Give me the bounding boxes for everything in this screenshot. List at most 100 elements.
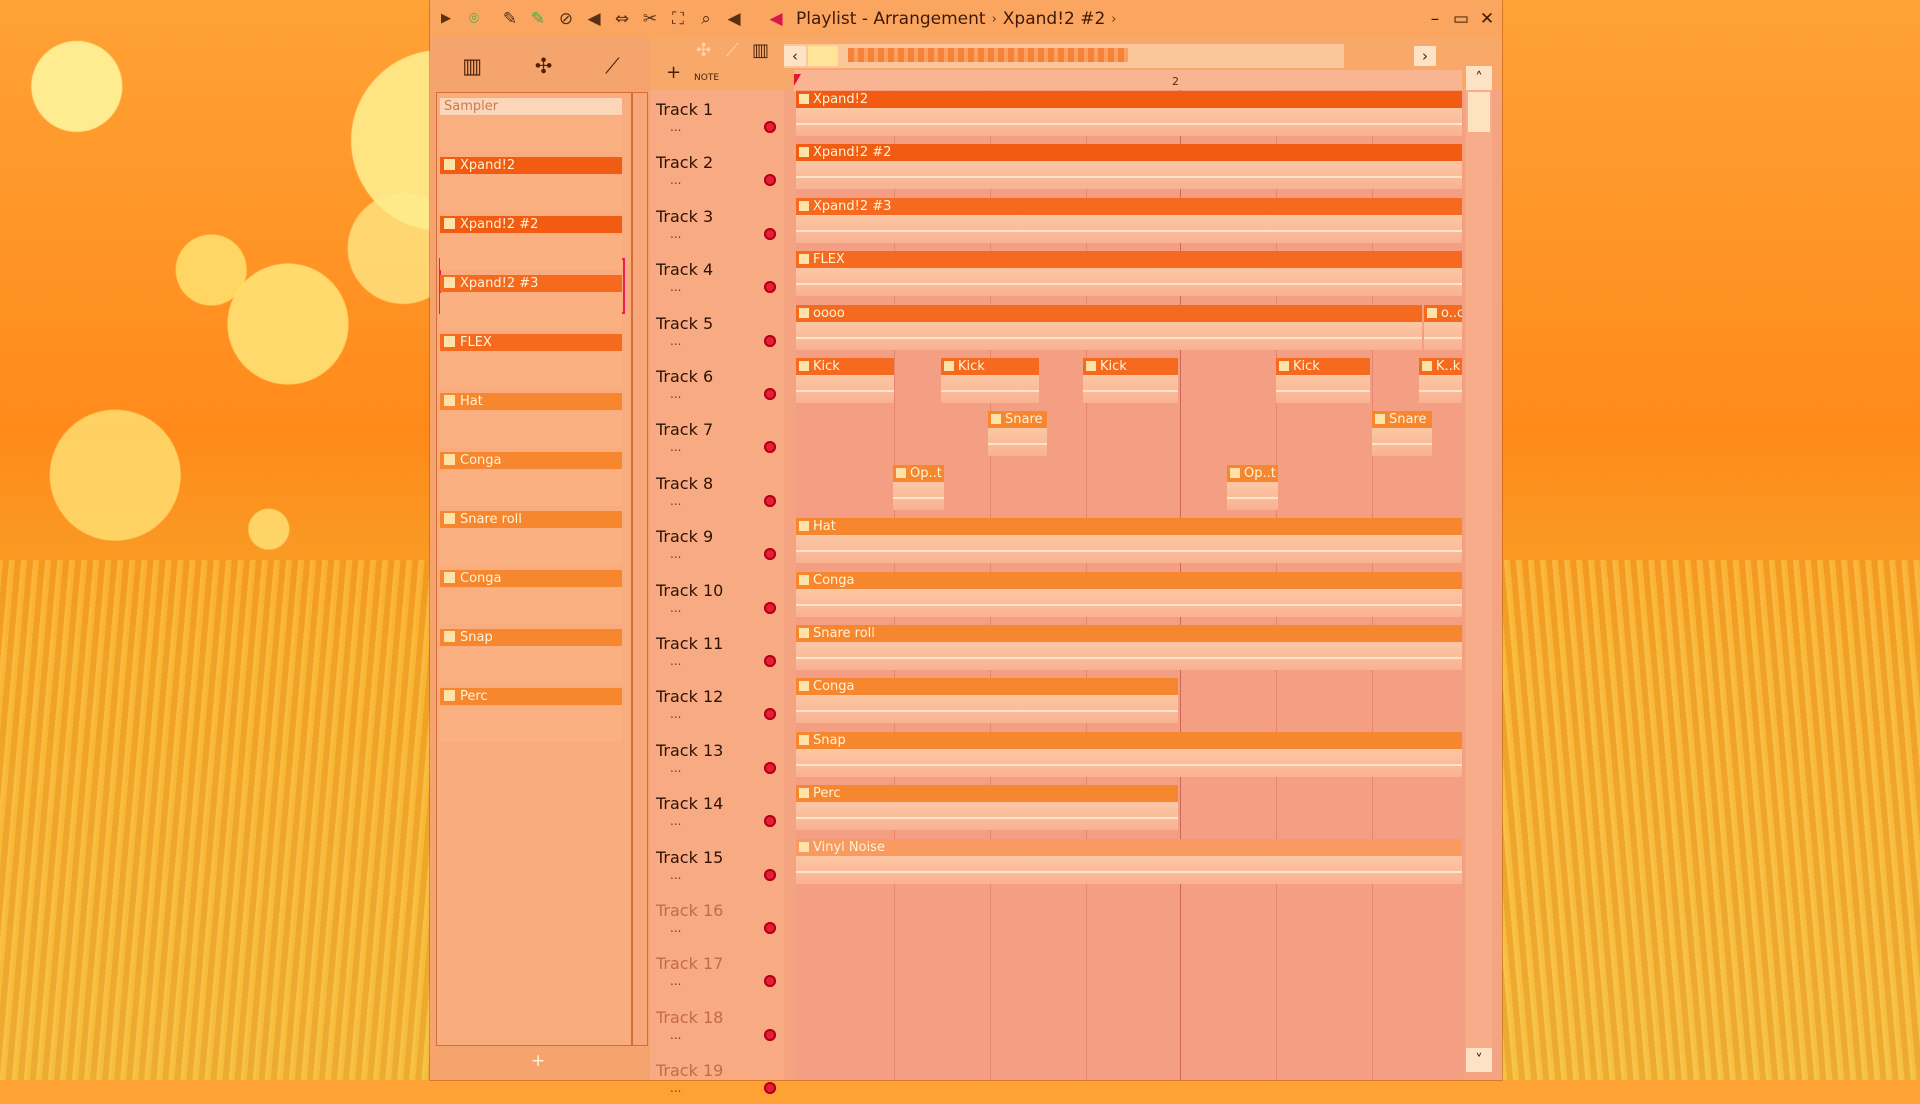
- track-header[interactable]: Track 4...: [650, 250, 784, 303]
- track-header[interactable]: Track 3...: [650, 197, 784, 250]
- playlist-clip[interactable]: Kick: [796, 358, 894, 403]
- track-enable-led[interactable]: [764, 1028, 776, 1041]
- playlist-clip[interactable]: Xpand!2 #3: [796, 198, 1462, 243]
- playlist-clip[interactable]: FLEX: [796, 251, 1462, 296]
- playlist-clip[interactable]: Xpand!2 #2: [796, 144, 1462, 189]
- pattern-list-scrollbar[interactable]: [632, 92, 648, 1046]
- stamp-icon[interactable]: ✣: [696, 40, 711, 61]
- track-enable-led[interactable]: [764, 174, 776, 187]
- chord-icon[interactable]: ⟋: [726, 40, 739, 61]
- playhead-marker[interactable]: [794, 74, 808, 86]
- close-button[interactable]: ✕: [1476, 8, 1498, 30]
- playlist-clip[interactable]: Hat: [796, 518, 1462, 563]
- track-header[interactable]: Track 19...: [650, 1051, 784, 1104]
- slip-icon[interactable]: ⇔: [610, 7, 634, 31]
- track-header[interactable]: Track 17...: [650, 944, 784, 997]
- zoom-icon[interactable]: ⌕: [694, 7, 718, 31]
- scroll-left-button[interactable]: ‹: [784, 46, 806, 66]
- add-track-button[interactable]: +: [666, 62, 681, 83]
- track-enable-led[interactable]: [764, 655, 776, 667]
- playlist-clip[interactable]: o..o: [1424, 305, 1462, 350]
- mute-icon[interactable]: ◀: [582, 7, 606, 31]
- track-header[interactable]: Track 12...: [650, 677, 784, 730]
- track-enable-led[interactable]: [764, 922, 776, 934]
- playlist-clip[interactable]: Op..t: [1227, 465, 1278, 510]
- piano-icon[interactable]: ▥: [752, 40, 769, 61]
- pattern-item[interactable]: FLEX: [440, 334, 622, 351]
- track-enable-led[interactable]: [764, 761, 776, 774]
- playlist-clip[interactable]: Op..t: [893, 465, 944, 510]
- piano-roll-icon[interactable]: ▥: [462, 54, 482, 78]
- pattern-item[interactable]: Perc: [440, 688, 622, 705]
- slice-icon[interactable]: ✂: [638, 7, 662, 31]
- track-header[interactable]: Track 2...: [650, 143, 784, 196]
- maximize-button[interactable]: ▭: [1450, 8, 1472, 30]
- playlist-clip[interactable]: Perc: [796, 785, 1178, 830]
- playlist-clip[interactable]: Conga: [796, 678, 1178, 723]
- current-pattern-title[interactable]: Xpand!2 #2: [1003, 9, 1106, 29]
- play-arrow-icon[interactable]: ▶: [434, 7, 458, 31]
- track-header[interactable]: Track 16...: [650, 891, 784, 944]
- playlist-clip[interactable]: oooo: [796, 305, 1422, 350]
- track-header[interactable]: Track 1...: [650, 90, 784, 143]
- playlist-clip[interactable]: Vinyl Noise: [796, 839, 1462, 884]
- pencil-icon[interactable]: ✎: [498, 7, 522, 31]
- arrangement-grid[interactable]: Xpand!2 Xpand!2 #2 Xpand!2 #3 FLEX oooo o..o K…: [796, 90, 1464, 1080]
- track-header[interactable]: Track 7...: [650, 410, 784, 463]
- track-enable-led[interactable]: [764, 494, 776, 507]
- track-header[interactable]: Track 6...: [650, 357, 784, 410]
- scroll-thumb[interactable]: [808, 46, 838, 66]
- pattern-item[interactable]: Xpand!2 #3: [440, 275, 622, 292]
- track-enable-led[interactable]: [764, 868, 776, 881]
- track-enable-led[interactable]: [764, 388, 776, 400]
- track-enable-led[interactable]: [764, 548, 776, 561]
- pattern-item[interactable]: Snap: [440, 629, 622, 646]
- track-header[interactable]: Track 14...: [650, 784, 784, 837]
- playlist-clip[interactable]: Snap: [796, 732, 1462, 777]
- pattern-item[interactable]: Hat: [440, 393, 622, 410]
- pattern-item[interactable]: Xpand!2: [440, 157, 622, 174]
- scroll-down-button[interactable]: ˅: [1466, 1048, 1492, 1072]
- track-header[interactable]: Track 15...: [650, 838, 784, 891]
- track-enable-led[interactable]: [764, 601, 776, 614]
- delete-icon[interactable]: ⊘: [554, 7, 578, 31]
- track-enable-led[interactable]: [764, 708, 776, 721]
- pattern-item[interactable]: Xpand!2 #2: [440, 216, 622, 233]
- track-header[interactable]: Track 5...: [650, 304, 784, 357]
- automation-icon[interactable]: ⟋: [605, 54, 620, 79]
- playlist-clip[interactable]: Kick: [1083, 358, 1178, 403]
- track-header[interactable]: Track 11...: [650, 624, 784, 677]
- playback-icon[interactable]: ◀: [722, 7, 746, 31]
- snap-icon[interactable]: ⌾: [462, 7, 486, 31]
- track-header[interactable]: Track 13...: [650, 731, 784, 784]
- scroll-right-button[interactable]: ›: [1414, 46, 1436, 66]
- vertical-scrollbar[interactable]: ˄ ˅: [1466, 66, 1492, 1072]
- playlist-clip[interactable]: Snare roll: [796, 625, 1462, 670]
- add-pattern-button[interactable]: +: [531, 1051, 545, 1071]
- playlist-clip[interactable]: Kick: [941, 358, 1039, 403]
- paint-icon[interactable]: ✎: [526, 7, 550, 31]
- playlist-clip[interactable]: Xpand!2: [796, 91, 1462, 136]
- playlist-clip[interactable]: Conga: [796, 572, 1462, 617]
- vertical-scroll-thumb[interactable]: [1468, 92, 1490, 132]
- playlist-clip[interactable]: Snare: [988, 411, 1047, 456]
- track-enable-led[interactable]: [764, 227, 776, 240]
- track-header[interactable]: Track 9...: [650, 517, 784, 570]
- timeline-ruler[interactable]: 2: [794, 70, 1462, 92]
- playlist-clip[interactable]: Kick: [1276, 358, 1370, 403]
- track-enable-led[interactable]: [764, 281, 776, 294]
- select-icon[interactable]: ⛶: [666, 7, 690, 31]
- track-enable-led[interactable]: [764, 121, 776, 133]
- track-enable-led[interactable]: [764, 975, 776, 988]
- pattern-item[interactable]: Snare roll: [440, 511, 622, 528]
- track-header[interactable]: Track 18...: [650, 998, 784, 1051]
- playlist-clip[interactable]: K..k: [1419, 358, 1462, 403]
- track-header[interactable]: Track 10...: [650, 571, 784, 624]
- playlist-clip[interactable]: Snare: [1372, 411, 1432, 456]
- minimize-button[interactable]: –: [1424, 8, 1446, 30]
- track-enable-led[interactable]: [764, 815, 776, 828]
- audio-icon[interactable]: ✣: [535, 54, 553, 78]
- track-enable-led[interactable]: [764, 1082, 776, 1095]
- track-enable-led[interactable]: [764, 441, 776, 454]
- pattern-item[interactable]: Conga: [440, 452, 622, 469]
